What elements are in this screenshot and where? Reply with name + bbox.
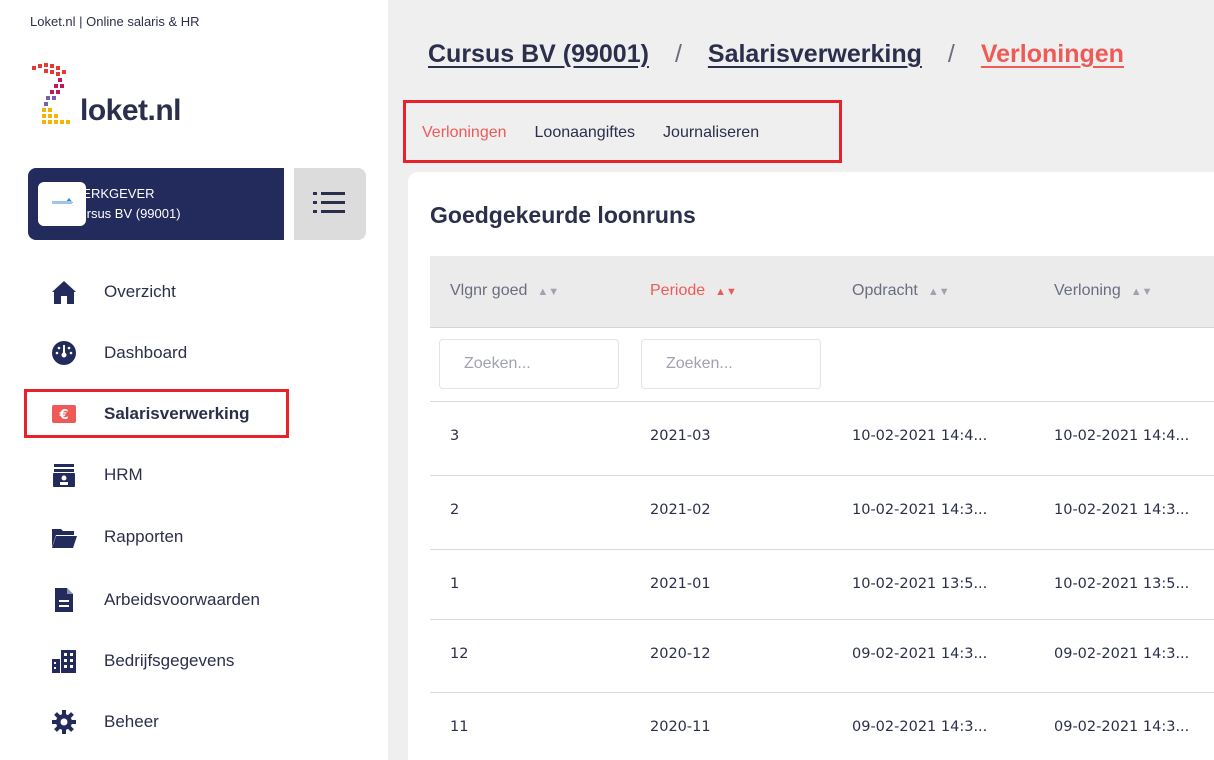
sort-icon: ▲▼ [927,286,950,298]
tabs-highlight [403,100,842,163]
building-icon [52,650,76,673]
table-row[interactable]: 11 2020-11 09-02-2021 14:3... 09-02-2021… [430,692,1214,760]
cell-periode: 2020-12 [650,646,711,662]
breadcrumb: Cursus BV (99001) / Salarisverwerking / Verl… [428,40,1124,69]
column-header-label: Vlgnr goed [450,282,528,299]
loonruns-card: Goedgekeurde loonruns Vlgnr goed ▲▼ Perio… [408,172,1214,760]
cell-opdracht: 09-02-2021 14:3... [852,719,988,735]
breadcrumb-item-employer[interactable]: Cursus BV (99001) [428,40,649,68]
cell-vlgnr: 3 [450,428,460,444]
cell-vlgnr: 2 [450,502,460,518]
cell-vlgnr: 1 [450,576,460,592]
cell-verloning: 09-02-2021 14:3... [1054,646,1190,662]
cell-verloning: 09-02-2021 14:3... [1054,719,1190,735]
main-content: Cursus BV (99001) / Salarisverwerking / Verl… [388,0,1214,760]
employer-name: Cursus BV (99001) [70,206,181,221]
table-row[interactable]: 2 2021-02 10-02-2021 14:3... 10-02-2021 … [430,475,1214,547]
cell-verloning: 10-02-2021 13:5... [1054,576,1190,592]
browser-title: Loket.nl | Online salaris & HR [30,14,200,29]
sidebar-item-label: Overzicht [104,282,176,301]
list-menu-icon [313,192,345,213]
dashboard-icon [52,341,76,365]
cell-vlgnr: 11 [450,719,469,735]
sidebar-item-overzicht[interactable]: Overzicht [50,272,350,312]
sidebar-item-label: Rapporten [104,527,184,546]
sidebar-item-label: Arbeidsvoorwaarden [104,590,260,609]
gear-icon [52,710,76,734]
column-header-verloning[interactable]: Verloning ▲▼ [1054,282,1153,300]
table-row[interactable]: 1 2021-01 10-02-2021 13:5... 10-02-2021 … [430,549,1214,621]
sidebar-item-dashboard[interactable]: Dashboard [50,333,350,373]
sidebar-item-label: Dashboard [104,343,188,362]
breadcrumb-separator: / [674,40,682,68]
sort-icon: ▲▼ [715,286,737,298]
cell-periode: 2020-11 [650,719,711,735]
cell-periode: 2021-02 [650,502,711,518]
breadcrumb-item-verloningen[interactable]: Verloningen [981,40,1124,68]
logo-text: loket.nl [80,94,182,127]
table-title: Goedgekeurde loonruns [430,202,696,228]
column-header-label: Verloning [1054,282,1121,299]
sidebar-item-bedrijfsgegevens[interactable]: Bedrijfsgegevens [50,641,350,681]
search-input-vlgnr[interactable] [439,339,619,389]
folder-icon [52,529,77,548]
employer-role: WERKGEVER [70,186,155,201]
id-card-icon [53,464,75,487]
table-header: Vlgnr goed ▲▼ Periode ▲▼ Opdracht ▲▼ Verlon… [430,256,1214,328]
breadcrumb-separator: / [947,40,955,68]
sidebar-item-label: HRM [104,465,143,484]
column-header-label: Periode [650,282,706,299]
menu-toggle-button[interactable] [294,168,366,240]
column-header-label: Opdracht [852,282,918,299]
cell-periode: 2021-01 [650,576,711,592]
sidebar-item-label: Beheer [104,712,159,731]
sort-icon: ▲▼ [1130,286,1153,298]
table-row[interactable]: 3 2021-03 10-02-2021 14:4... 10-02-2021 … [430,401,1214,473]
column-header-vlgnr-goed[interactable]: Vlgnr goed ▲▼ [450,282,559,300]
cell-verloning: 10-02-2021 14:4... [1054,428,1190,444]
column-header-periode[interactable]: Periode ▲▼ [650,282,737,300]
cell-verloning: 10-02-2021 14:3... [1054,502,1190,518]
cell-periode: 2021-03 [650,428,711,444]
cell-opdracht: 10-02-2021 14:4... [852,428,988,444]
sidebar-item-hrm[interactable]: HRM [50,455,350,495]
search-input-periode[interactable] [641,339,821,389]
home-icon [52,281,76,304]
table-row[interactable]: 12 2020-12 09-02-2021 14:3... 09-02-2021… [430,619,1214,691]
sort-icon: ▲▼ [537,286,560,298]
sidebar-item-arbeidsvoorwaarden[interactable]: Arbeidsvoorwaarden [50,580,350,620]
cell-opdracht: 10-02-2021 14:3... [852,502,988,518]
salarisverwerking-highlight [24,389,289,438]
column-header-opdracht[interactable]: Opdracht ▲▼ [852,282,950,300]
employer-switcher[interactable] [28,168,284,240]
cell-opdracht: 09-02-2021 14:3... [852,646,988,662]
cell-opdracht: 10-02-2021 13:5... [852,576,988,592]
sidebar-item-beheer[interactable]: Beheer [50,702,350,742]
cell-vlgnr: 12 [450,646,469,662]
sidebar-item-rapporten[interactable]: Rapporten [50,517,350,557]
sidebar-item-label: Bedrijfsgegevens [104,651,235,670]
document-icon [55,588,73,612]
breadcrumb-item-salarisverwerking[interactable]: Salarisverwerking [708,40,922,68]
